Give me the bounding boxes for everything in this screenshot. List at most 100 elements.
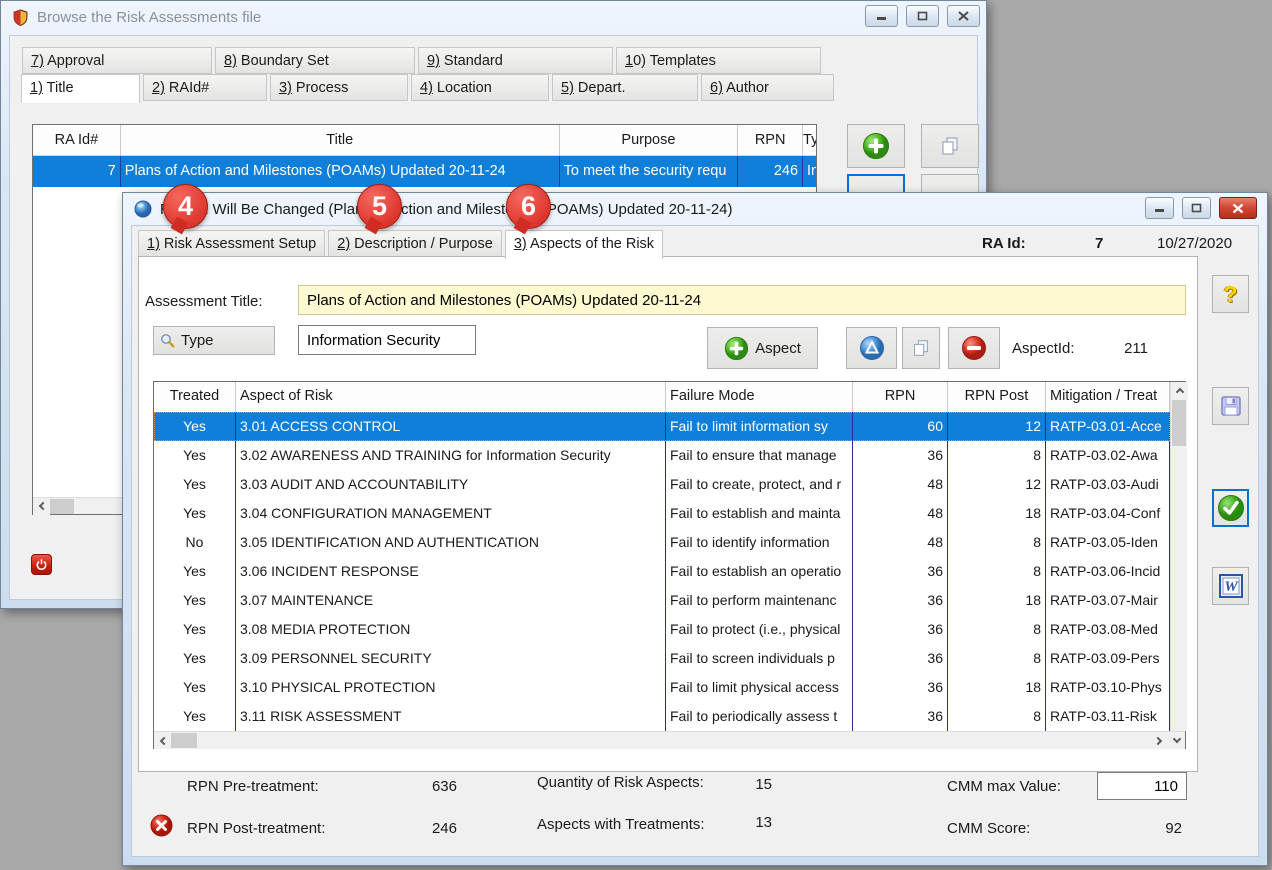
aspects-grid-header: Treated Aspect of Risk Failure Mode RPN …: [154, 382, 1170, 412]
cell-treated: Yes: [154, 470, 236, 499]
tab-9-standard[interactable]: 9) Standard: [418, 47, 613, 74]
cell-treated: Yes: [154, 557, 236, 586]
cell-rpn: 48: [853, 470, 948, 499]
copy-aspect-button[interactable]: [902, 327, 940, 369]
cell-aspect: 3.07 MAINTENANCE: [236, 586, 666, 615]
aspects-panel: Assessment Title: Type Aspect: [138, 256, 1198, 772]
aspects-grid-rows: Yes3.01 ACCESS CONTROLFail to limit info…: [154, 412, 1170, 731]
tab-7-approval[interactable]: 7) Approval: [22, 47, 212, 74]
record-window: Record Will Be Changed (Plans of Action …: [122, 192, 1268, 866]
col-rpn[interactable]: RPN: [853, 382, 948, 412]
add-aspect-button[interactable]: Aspect: [707, 327, 818, 369]
tab-2-raid[interactable]: 2) RAId#: [143, 74, 267, 101]
aspects-hscroll-thumb[interactable]: [171, 733, 197, 748]
tab-10-templates[interactable]: 10) Templates: [616, 47, 821, 74]
cell-failure: Fail to ensure that manage: [666, 441, 853, 470]
cell-aspect: 3.08 MEDIA PROTECTION: [236, 615, 666, 644]
scroll-right-icon[interactable]: [1151, 732, 1168, 749]
cmm-max-input[interactable]: [1097, 772, 1187, 800]
maximize-icon[interactable]: [1182, 197, 1211, 219]
aspect-row[interactable]: Yes3.03 AUDIT AND ACCOUNTABILITYFail to …: [154, 470, 1170, 499]
col-treated[interactable]: Treated: [154, 382, 236, 412]
browse-hscroll-thumb[interactable]: [50, 499, 74, 514]
aspect-row[interactable]: Yes3.06 INCIDENT RESPONSEFail to establi…: [154, 557, 1170, 586]
col-failure-mode[interactable]: Failure Mode: [666, 382, 853, 412]
delete-aspect-button[interactable]: [948, 327, 1000, 369]
scroll-left-icon[interactable]: [154, 732, 171, 749]
aspect-row[interactable]: Yes3.08 MEDIA PROTECTIONFail to protect …: [154, 615, 1170, 644]
aspect-row[interactable]: Yes3.07 MAINTENANCEFail to perform maint…: [154, 586, 1170, 615]
minimize-icon[interactable]: [865, 5, 898, 27]
tab-2-description-purpose[interactable]: 2) Description / Purpose: [328, 230, 502, 257]
aspects-vscrollbar[interactable]: [1170, 382, 1187, 731]
cell-treated: Yes: [154, 673, 236, 702]
quantity-value: 15: [717, 776, 772, 793]
browse-titlebar[interactable]: Browse the Risk Assessments file: [1, 1, 986, 34]
col-rpn[interactable]: RPN: [738, 125, 803, 155]
col-aspect[interactable]: Aspect of Risk: [236, 382, 666, 412]
cell-mitigation: RATP-03.04-Conf: [1046, 499, 1170, 528]
assessments-table-header: RA Id# Title Purpose RPN Ty: [33, 125, 816, 156]
col-ra-id[interactable]: RA Id#: [33, 125, 121, 155]
col-mitigation[interactable]: Mitigation / Treat: [1046, 382, 1170, 412]
cell-failure: Fail to limit physical access: [666, 673, 853, 702]
scroll-up-icon[interactable]: [1171, 382, 1188, 399]
cell-rpn-post: 8: [948, 441, 1046, 470]
add-assessment-button[interactable]: [847, 124, 905, 168]
tab-1-risk-assessment-setup[interactable]: 1) Risk Assessment Setup: [138, 230, 325, 257]
close-icon[interactable]: [1219, 197, 1257, 219]
scroll-down-icon[interactable]: [1168, 731, 1185, 749]
aspect-row[interactable]: Yes3.01 ACCESS CONTROLFail to limit info…: [154, 412, 1170, 441]
copy-assessment-button[interactable]: [921, 124, 979, 168]
record-titlebar[interactable]: Record Will Be Changed (Plans of Action …: [123, 193, 1267, 225]
minimize-icon[interactable]: [1145, 197, 1174, 219]
assessment-row-selected[interactable]: 7 Plans of Action and Milestones (POAMs)…: [33, 156, 816, 187]
rpn-post-label: RPN Post-treatment:: [187, 820, 325, 837]
maximize-icon[interactable]: [906, 5, 939, 27]
tab-3-aspects-of-the-risk[interactable]: 3) Aspects of the Risk: [505, 230, 663, 259]
save-button[interactable]: [1212, 387, 1249, 425]
tab-8-boundary-set[interactable]: 8) Boundary Set: [215, 47, 415, 74]
aspect-row[interactable]: Yes3.11 RISK ASSESSMENTFail to periodica…: [154, 702, 1170, 731]
aspects-vscroll-thumb[interactable]: [1172, 400, 1186, 446]
desktop: Browse the Risk Assessments file 7) Appr…: [0, 0, 1272, 870]
tab-1-title[interactable]: 1) Title: [21, 74, 140, 103]
aspect-row[interactable]: Yes3.10 PHYSICAL PROTECTIONFail to limit…: [154, 673, 1170, 702]
type-value-field[interactable]: [298, 325, 476, 355]
tab-4-location[interactable]: 4) Location: [411, 74, 549, 101]
col-purpose[interactable]: Purpose: [560, 125, 739, 155]
tab-6-author[interactable]: 6) Author: [701, 74, 834, 101]
help-button[interactable]: ?: [1212, 275, 1249, 313]
cell-rpn: 48: [853, 528, 948, 557]
tab-5-depart[interactable]: 5) Depart.: [552, 74, 698, 101]
cell-mitigation: RATP-03.03-Audi: [1046, 470, 1170, 499]
error-icon[interactable]: [150, 814, 173, 837]
col-title[interactable]: Title: [121, 125, 560, 155]
col-rpn-post[interactable]: RPN Post: [948, 382, 1046, 412]
scroll-left-icon[interactable]: [33, 498, 50, 515]
cell-rpn: 36: [853, 673, 948, 702]
rpn-pre-label: RPN Pre-treatment:: [187, 778, 319, 795]
aspect-row[interactable]: Yes3.09 PERSONNEL SECURITYFail to screen…: [154, 644, 1170, 673]
assessment-title-input[interactable]: [298, 285, 1186, 315]
word-export-button[interactable]: W: [1212, 567, 1249, 605]
cell-failure: Fail to establish an operatio: [666, 557, 853, 586]
search-icon: [160, 333, 175, 348]
change-aspect-button[interactable]: [846, 327, 897, 369]
close-browse-button[interactable]: [31, 554, 52, 575]
type-button[interactable]: Type: [153, 326, 275, 355]
cell-failure: Fail to protect (i.e., physical: [666, 615, 853, 644]
aspect-row[interactable]: Yes3.02 AWARENESS AND TRAINING for Infor…: [154, 441, 1170, 470]
close-icon[interactable]: [947, 5, 980, 27]
cell-aspect: 3.06 INCIDENT RESPONSE: [236, 557, 666, 586]
aspects-hscrollbar[interactable]: [154, 731, 1168, 749]
confirm-button[interactable]: [1212, 489, 1249, 527]
tab-3-process[interactable]: 3) Process: [270, 74, 408, 101]
cell-aspect: 3.03 AUDIT AND ACCOUNTABILITY: [236, 470, 666, 499]
col-type[interactable]: Ty: [803, 125, 816, 155]
assessment-title-label: Assessment Title:: [145, 293, 263, 310]
aspect-row[interactable]: Yes3.04 CONFIGURATION MANAGEMENTFail to …: [154, 499, 1170, 528]
aspect-button-label: Aspect: [755, 340, 801, 357]
power-icon: [34, 557, 49, 572]
aspect-row[interactable]: No3.05 IDENTIFICATION AND AUTHENTICATION…: [154, 528, 1170, 557]
